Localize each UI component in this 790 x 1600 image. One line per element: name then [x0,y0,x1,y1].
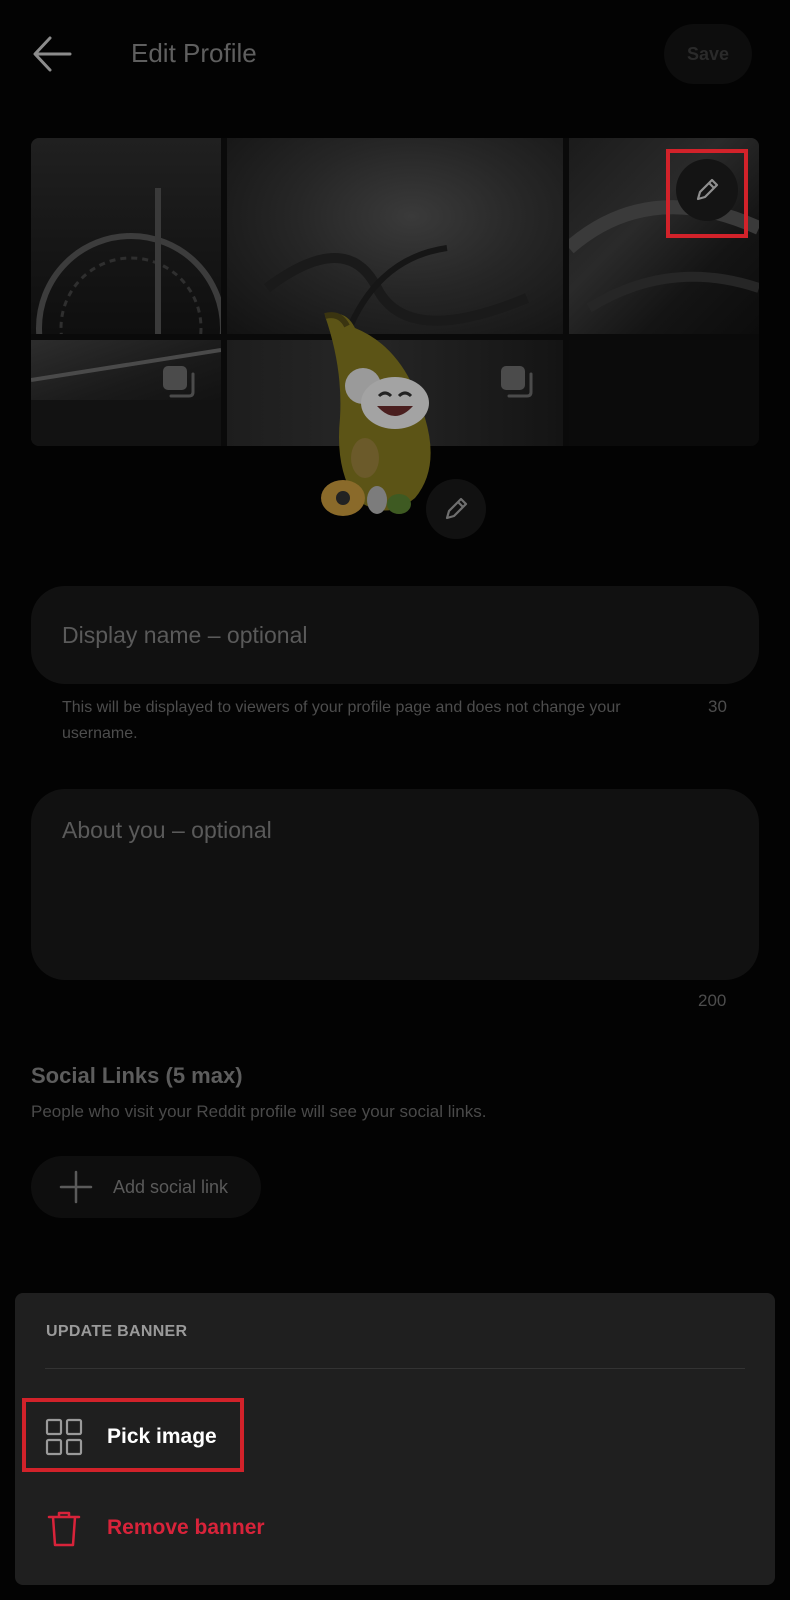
social-links-description: People who visit your Reddit profile wil… [31,1102,487,1121]
sheet-title: UPDATE BANNER [46,1323,188,1340]
pencil-icon [445,497,468,520]
arrow-left-icon [33,36,72,72]
update-banner-sheet: UPDATE BANNER Pick image Remove banner [15,1293,775,1585]
display-name-helper: This will be displayed to viewers of you… [62,699,621,742]
copy-icon [163,366,195,398]
copy-icon [501,366,533,398]
save-button[interactable]: Save [664,24,752,84]
edit-avatar-button[interactable] [426,479,486,539]
pick-image-label: Pick image [107,1425,217,1448]
back-button[interactable] [30,32,78,76]
display-name-input[interactable] [31,586,759,684]
add-social-link-button[interactable]: Add social link [31,1156,261,1218]
header: Edit Profile Save [0,0,790,110]
page-title: Edit Profile [131,38,257,68]
add-social-link-label: Add social link [113,1176,229,1197]
remove-banner-button[interactable]: Remove banner [21,1490,741,1566]
pick-image-button[interactable]: Pick image [21,1399,741,1475]
banner-tile-pier [31,340,221,446]
about-input[interactable] [31,789,759,980]
plus-icon [59,1170,93,1204]
banner-tile-ferris-wheel [31,138,221,334]
edit-banner-button[interactable] [676,159,738,221]
display-name-counter: 30 [708,697,727,716]
trash-icon [47,1511,81,1547]
banner-tile-abstract [569,138,759,334]
social-links-title: Social Links (5 max) [31,1063,243,1088]
remove-banner-label: Remove banner [107,1516,265,1539]
grid-icon [45,1418,83,1456]
banner-tile-dark [569,340,759,446]
divider [45,1368,745,1369]
about-counter: 200 [698,991,727,1010]
pencil-icon [696,178,719,201]
banner-tile-rock [227,138,563,334]
